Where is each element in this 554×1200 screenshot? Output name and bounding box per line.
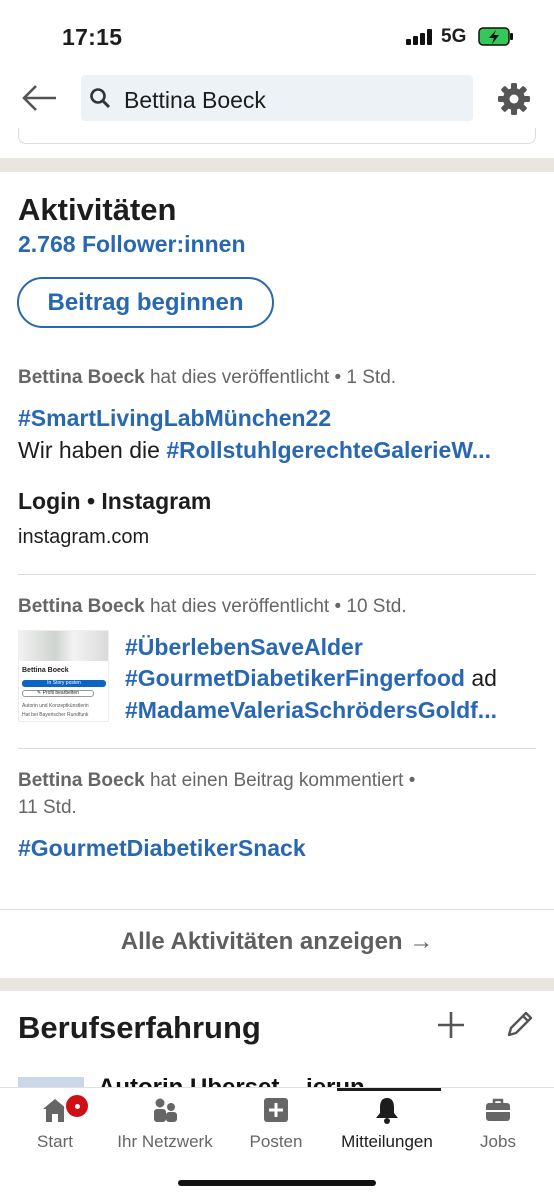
- post-thumbnail[interactable]: Bettina Boeck In Story posten ✎ Profil b…: [18, 630, 109, 722]
- post-hashtag[interactable]: #ÜberlebenSaveAlder: [125, 634, 363, 661]
- post-author[interactable]: Bettina Boeck: [18, 770, 145, 791]
- thumbnail-name: Bettina Boeck: [22, 667, 69, 674]
- divider: [18, 748, 536, 749]
- pencil-icon[interactable]: [504, 1008, 536, 1040]
- activity-title: Aktivitäten: [18, 192, 177, 227]
- post-text-prefix: Wir haben die: [18, 437, 167, 463]
- post-hashtag[interactable]: #GourmetDiabetikerFingerfood: [125, 665, 465, 691]
- nav-label: Posten: [249, 1132, 303, 1151]
- gear-icon[interactable]: [497, 82, 531, 116]
- nav-start[interactable]: Start: [0, 1088, 110, 1158]
- section-separator: [0, 158, 554, 172]
- follower-count[interactable]: 2.768 Follower:innen: [18, 231, 246, 258]
- thumbnail-text: Autorin und Konzeptkünstlerin: [22, 703, 89, 709]
- post-meta: Bettina Boeck hat einen Beitrag kommenti…: [18, 770, 415, 792]
- back-arrow-icon[interactable]: [20, 82, 58, 114]
- search-header: Bettina Boeck: [0, 72, 554, 128]
- post-text-suffix: ad: [464, 665, 497, 691]
- status-bar: 17:15 5G: [0, 0, 554, 72]
- network-icon: [154, 1098, 177, 1122]
- nav-jobs[interactable]: Jobs: [443, 1088, 553, 1158]
- nav-network[interactable]: Ihr Netzwerk: [110, 1088, 220, 1158]
- notification-badge: [64, 1093, 90, 1119]
- search-input[interactable]: Bettina Boeck: [81, 75, 473, 121]
- nav-label: Mitteilungen: [341, 1132, 433, 1151]
- search-query: Bettina Boeck: [124, 87, 266, 113]
- post-author[interactable]: Bettina Boeck: [18, 596, 145, 617]
- nav-notifications[interactable]: Mitteilungen: [332, 1088, 442, 1158]
- signal-icon: [406, 29, 432, 45]
- post-text: #GourmetDiabetikerFingerfood ad: [125, 665, 497, 692]
- post-hashtag[interactable]: #RollstuhlgerechteGalerieW...: [166, 437, 491, 463]
- divider: [0, 909, 554, 910]
- post-author[interactable]: Bettina Boeck: [18, 367, 145, 388]
- post-action: hat dies veröffentlicht • 1 Std.: [144, 367, 397, 388]
- bell-icon: [376, 1098, 398, 1124]
- post-hashtag[interactable]: #MadameValeriaSchrödersGoldf...: [125, 697, 497, 724]
- post-meta: Bettina Boeck hat dies veröffentlicht • …: [18, 367, 396, 389]
- nav-label: Ihr Netzwerk: [117, 1132, 213, 1151]
- briefcase-icon: [486, 1098, 510, 1121]
- search-icon: [90, 88, 111, 109]
- status-time: 17:15: [62, 24, 123, 50]
- nav-label: Jobs: [480, 1132, 516, 1151]
- link-preview-url[interactable]: instagram.com: [18, 526, 149, 549]
- nav-label: Start: [37, 1132, 73, 1151]
- thumbnail-profile-button: ✎ Profil bearbeiten: [22, 690, 94, 697]
- post-hashtag[interactable]: #SmartLivingLabMünchen22: [18, 405, 331, 432]
- add-post-icon: [264, 1098, 288, 1122]
- thumbnail-story-button: In Story posten: [22, 680, 106, 687]
- previous-card-bottom: [18, 128, 536, 144]
- experience-title: Berufserfahrung: [18, 1010, 261, 1045]
- battery-charging-icon: [478, 27, 513, 46]
- home-indicator: [178, 1180, 376, 1186]
- divider: [18, 574, 536, 575]
- post-action: hat einen Beitrag kommentiert •: [144, 770, 416, 791]
- plus-icon[interactable]: [436, 1010, 466, 1040]
- post-time: 11 Std.: [18, 797, 77, 818]
- post-meta: Bettina Boeck hat dies veröffentlicht • …: [18, 596, 407, 618]
- network-type: 5G: [441, 26, 467, 47]
- post-hashtag[interactable]: #GourmetDiabetikerSnack: [18, 835, 306, 862]
- start-post-button[interactable]: Beitrag beginnen: [17, 277, 274, 328]
- section-separator: [0, 978, 554, 991]
- link-preview-title[interactable]: Login • Instagram: [18, 488, 211, 515]
- post-text: Wir haben die #RollstuhlgerechteGalerieW…: [18, 437, 491, 464]
- thumbnail-photo: [19, 631, 108, 661]
- thumbnail-text: Hat bei Bayerischer Rundfunk: [22, 712, 89, 718]
- post-action: hat dies veröffentlicht • 10 Std.: [144, 596, 407, 617]
- show-all-activity-button[interactable]: Alle Aktivitäten anzeigen →: [0, 928, 554, 956]
- nav-post[interactable]: Posten: [221, 1088, 331, 1158]
